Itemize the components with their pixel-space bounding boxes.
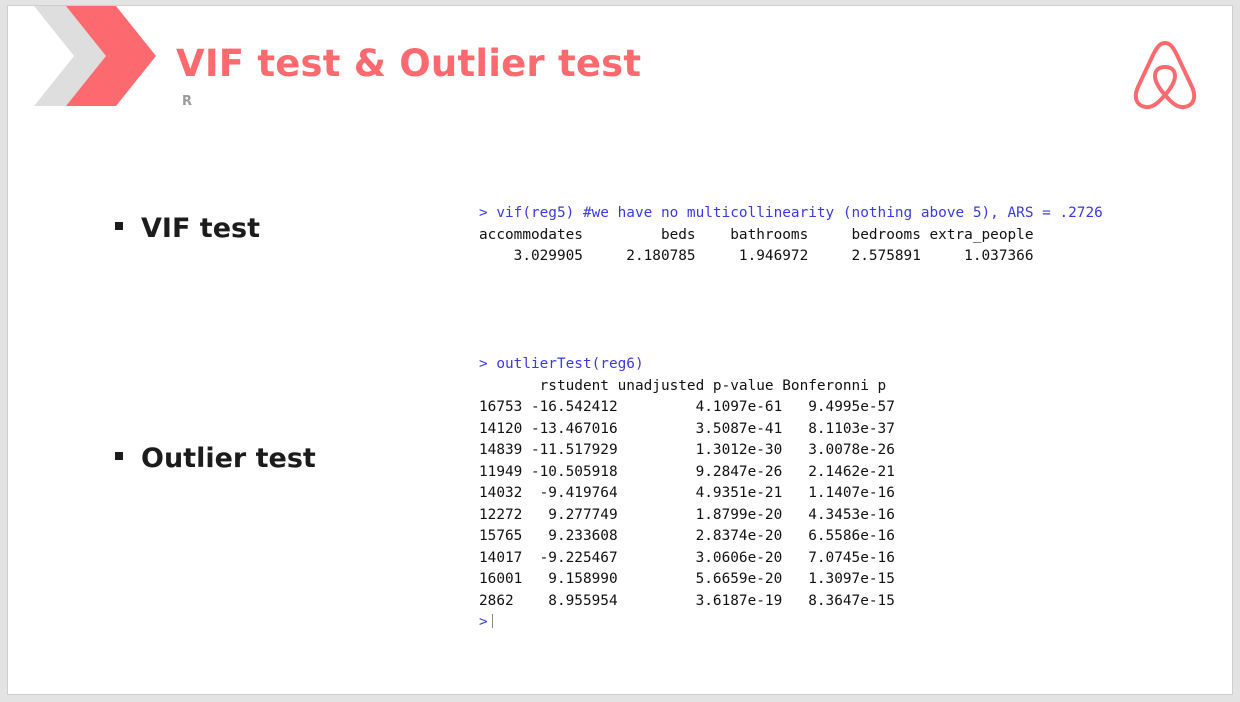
outlier-row: 16001 9.158990 5.6659e-20 1.3097e-15 [479, 571, 895, 587]
outlier-row: 11949 -10.505918 9.2847e-26 2.1462e-21 [479, 463, 895, 480]
outlier-console-output: > outlierTest(reg6) rstudent unadjusted … [479, 354, 895, 634]
slide-title: VIF test & Outlier test [176, 42, 642, 85]
bullet-label: VIF test [141, 213, 260, 244]
outlier-row: 14120 -13.467016 3.5087e-41 8.1103e-37 [479, 420, 895, 437]
outlier-row: 14032 -9.419764 4.9351e-21 1.1407e-16 [479, 485, 895, 501]
vif-values-row: 3.029905 2.180785 1.946972 2.575891 1.03… [479, 248, 1034, 264]
vif-command: > vif(reg5) #we have no multicollinearit… [479, 205, 1103, 221]
outlier-row: 14839 -11.517929 1.3012e-30 3.0078e-26 [479, 442, 895, 458]
outlier-row: 16753 -16.542412 4.1097e-61 9.4995e-57 [479, 399, 895, 415]
bullet-square-icon [115, 451, 123, 460]
outlier-row: 14017 -9.225467 3.0606e-20 7.0745e-16 [479, 549, 895, 566]
vif-header-row: accommodates beds bathrooms bedrooms ext… [479, 226, 1034, 243]
slide-subtitle: R [182, 94, 193, 109]
vif-console-output: > vif(reg5) #we have no multicollinearit… [479, 203, 1103, 268]
bullet-vif-test: VIF test [115, 213, 260, 244]
outlier-header-row: rstudent unadjusted p-value Bonferonni p [479, 377, 887, 394]
text-cursor [491, 614, 493, 628]
airbnb-logo-icon [1133, 41, 1197, 110]
console-prompt[interactable]: > [479, 614, 488, 630]
bullet-outlier-test: Outlier test [115, 443, 316, 474]
slide: VIF test & Outlier test R VIF test Outli… [7, 5, 1233, 695]
outlier-row: 12272 9.277749 1.8799e-20 4.3453e-16 [479, 506, 895, 523]
outlier-command: > outlierTest(reg6) [479, 356, 644, 372]
bullet-label: Outlier test [141, 443, 316, 474]
outlier-row: 2862 8.955954 3.6187e-19 8.3647e-15 [479, 592, 895, 609]
outlier-row: 15765 9.233608 2.8374e-20 6.5586e-16 [479, 528, 895, 544]
chevron-decoration-icon [34, 6, 156, 106]
bullet-square-icon [115, 221, 123, 230]
